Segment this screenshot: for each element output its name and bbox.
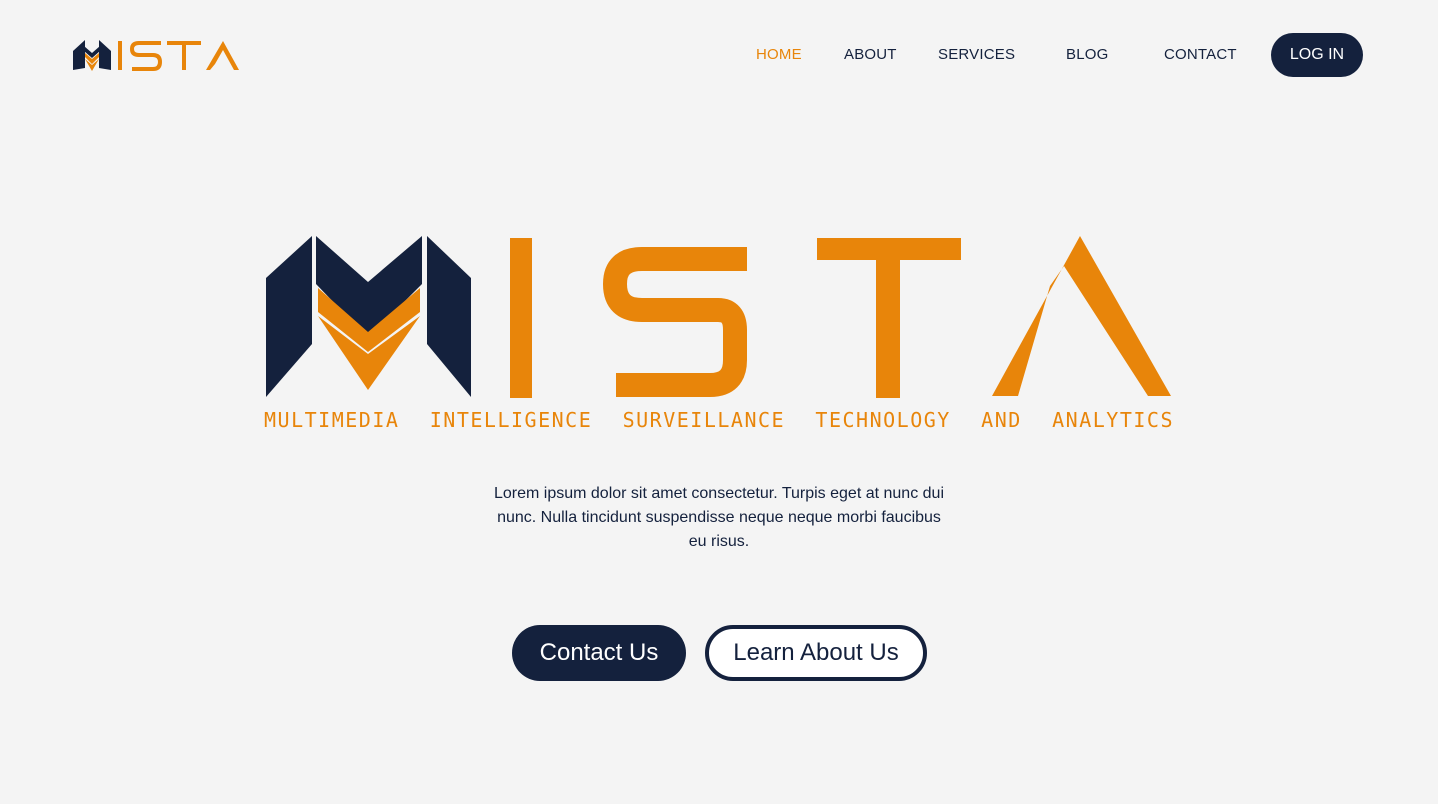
contact-us-button[interactable]: Contact Us	[512, 625, 686, 681]
hero-description: Lorem ipsum dolor sit amet consectetur. …	[493, 485, 944, 550]
login-button[interactable]: LOG IN	[1271, 33, 1363, 77]
learn-about-us-button[interactable]: Learn About Us	[705, 625, 927, 681]
nav-home[interactable]: HOME	[756, 45, 802, 65]
nav-services[interactable]: SERVICES	[938, 45, 1015, 65]
brand-tagline: MULTIMEDIA INTELLIGENCE SURVEILLANCE TEC…	[264, 408, 1174, 432]
nav-blog[interactable]: BLOG	[1066, 45, 1108, 65]
header-logo[interactable]	[73, 38, 239, 72]
landing-page: HOME ABOUT SERVICES BLOG CONTACT LOG IN …	[0, 0, 1438, 804]
nav-contact[interactable]: CONTACT	[1164, 45, 1237, 65]
hero-logo	[266, 236, 1171, 398]
nav-about[interactable]: ABOUT	[844, 45, 897, 65]
